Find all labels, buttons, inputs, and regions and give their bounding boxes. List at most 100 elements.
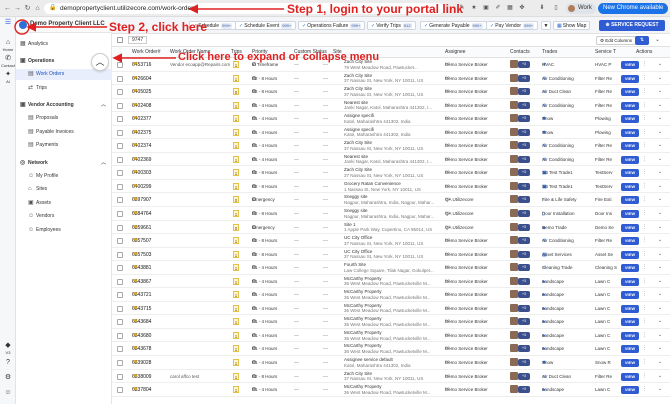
- view-button[interactable]: VIEW: [621, 169, 639, 178]
- select-all-checkbox[interactable]: [117, 37, 123, 43]
- more-actions-icon[interactable]: ⋮: [642, 102, 647, 108]
- view-button[interactable]: VIEW: [621, 210, 639, 219]
- collapse-menu-button[interactable]: ︿: [91, 53, 109, 71]
- table-row[interactable]: 6400303 1 P2 - 8 Hours — — Zach City Site 37 N…: [112, 166, 670, 180]
- view-button[interactable]: VIEW: [621, 318, 639, 327]
- more-actions-icon[interactable]: ⋮: [642, 61, 647, 67]
- view-button[interactable]: VIEW: [621, 182, 639, 191]
- row-checkbox[interactable]: [117, 305, 123, 312]
- table-row[interactable]: 6402374 1 P1 - 4 Hours — — Zach City Site 37 N…: [112, 139, 670, 153]
- contacts[interactable]: +3: [510, 73, 530, 83]
- contacts[interactable]: +3: [510, 263, 530, 272]
- contacts[interactable]: +3: [510, 330, 530, 340]
- view-button[interactable]: VIEW: [621, 291, 639, 300]
- expand-row-icon[interactable]: ⌄: [658, 345, 662, 351]
- table-row[interactable]: 6357507 1 P2 - 8 Hours — — UC City Office 37 N…: [112, 234, 670, 248]
- puzzle-extension-icon[interactable]: ✤: [518, 4, 526, 12]
- sidebar-item-my-profile[interactable]: ☺ My Profile: [16, 171, 112, 182]
- profile-button[interactable]: Work: [566, 3, 596, 14]
- sidebar-item-employees[interactable]: ☺ Employees: [16, 225, 112, 236]
- back-icon[interactable]: ←: [3, 4, 12, 13]
- view-button[interactable]: VIEW: [621, 88, 639, 97]
- more-actions-icon[interactable]: ⋮: [642, 88, 647, 94]
- row-checkbox[interactable]: [117, 156, 123, 163]
- contacts[interactable]: +3: [510, 222, 530, 232]
- expand-row-icon[interactable]: ⌄: [658, 156, 662, 162]
- browser-menu-icon[interactable]: ⋮: [661, 3, 669, 12]
- view-button[interactable]: VIEW: [621, 128, 639, 137]
- table-row[interactable]: 6338009 carol affco test 1 P2 - 8 Hours — — Za…: [112, 370, 670, 384]
- export-icon[interactable]: ⇅: [635, 36, 649, 45]
- sidebar-item-network[interactable]: ◎ Network ︿: [16, 158, 112, 169]
- contacts[interactable]: +3: [510, 60, 530, 69]
- contacts[interactable]: +3: [510, 127, 530, 137]
- star-extension-icon[interactable]: ★: [470, 4, 478, 12]
- sidebar-item-trips[interactable]: ⇄ Trips: [16, 83, 112, 94]
- more-actions-icon[interactable]: ⋮: [642, 386, 647, 392]
- filter-chip-schedule-event[interactable]: ✓Schedule Event 999+: [235, 21, 297, 30]
- expand-row-icon[interactable]: ⌄: [658, 102, 662, 108]
- filter-icon[interactable]: ▼: [541, 21, 551, 30]
- expand-row-icon[interactable]: ⌄: [658, 251, 662, 257]
- table-row[interactable]: 6384764 1 P2 - 8 Hours — — Sneggy site Nagpur,…: [112, 207, 670, 221]
- hamburger-icon[interactable]: ☰: [0, 19, 16, 27]
- row-checkbox[interactable]: [117, 224, 123, 231]
- table-row[interactable]: 6337804 1 P1 - 4 Hours — — McCarthy Property 3…: [112, 383, 670, 397]
- row-checkbox[interactable]: [117, 129, 123, 136]
- table-row[interactable]: 6343684 1 P1 - 4 Hours — — McCarthy Property 3…: [112, 315, 670, 329]
- filter-chip-verify-trips[interactable]: ✓Verify Trips 512: [367, 21, 416, 30]
- contacts[interactable]: +3: [510, 344, 530, 353]
- more-actions-icon[interactable]: ⋮: [642, 75, 647, 81]
- home-icon[interactable]: ⌂: [33, 4, 42, 13]
- filter-chip-show-map[interactable]: ▦Show Map: [553, 21, 591, 30]
- contacts[interactable]: +3: [510, 154, 530, 164]
- contacts[interactable]: +3: [510, 236, 530, 245]
- filter-chip-pay-vendor[interactable]: ✓Pay Vendor 999+: [486, 21, 539, 30]
- column-header-assignee[interactable]: Assignee: [445, 47, 466, 58]
- table-row[interactable]: 6402377 1 P1 - 4 Hours — — Assigne specifi Kat…: [112, 112, 670, 126]
- more-actions-icon[interactable]: ⋮: [642, 237, 647, 243]
- forward-icon[interactable]: →: [13, 4, 22, 13]
- more-actions-icon[interactable]: ⋮: [642, 278, 647, 284]
- table-row[interactable]: 6357503 1 P2 - 8 Hours — — UC City Office 37 N…: [112, 248, 670, 262]
- expand-row-icon[interactable]: ⌄: [658, 373, 662, 379]
- company-header[interactable]: Demo Property Client LLC: [16, 17, 112, 33]
- table-row[interactable]: 6343721 1 P1 - 4 Hours — — McCarthy Property 3…: [112, 288, 670, 302]
- more-actions-icon[interactable]: ⋮: [642, 156, 647, 162]
- row-checkbox[interactable]: [117, 319, 123, 326]
- contacts[interactable]: +3: [510, 358, 530, 367]
- view-button[interactable]: VIEW: [621, 74, 639, 83]
- contacts[interactable]: +3: [510, 276, 530, 286]
- row-checkbox[interactable]: [117, 197, 123, 204]
- new-chrome-button[interactable]: New Chrome available: [598, 3, 669, 14]
- expand-row-icon[interactable]: ⌄: [658, 264, 662, 270]
- expand-row-icon[interactable]: ⌄: [658, 115, 662, 121]
- expand-row-icon[interactable]: ⌄: [658, 359, 662, 365]
- view-button[interactable]: VIEW: [621, 155, 639, 164]
- more-actions-icon[interactable]: ⋮: [642, 183, 647, 189]
- user-icon[interactable]: ☺: [0, 389, 16, 397]
- more-actions-icon[interactable]: ⋮: [642, 318, 647, 324]
- chevron-up-icon[interactable]: ︿: [101, 158, 106, 169]
- more-actions-icon[interactable]: ⋮: [642, 291, 647, 297]
- row-checkbox[interactable]: [117, 102, 123, 109]
- eyedropper-extension-icon[interactable]: ✐: [494, 4, 502, 12]
- contacts[interactable]: +3: [510, 209, 530, 218]
- contacts[interactable]: +3: [510, 317, 530, 326]
- chevron-down-icon[interactable]: ⌄: [655, 36, 660, 43]
- expand-row-icon[interactable]: ⌄: [658, 318, 662, 324]
- view-button[interactable]: VIEW: [621, 277, 639, 286]
- more-actions-icon[interactable]: ⋮: [642, 224, 647, 230]
- row-checkbox[interactable]: [117, 346, 123, 353]
- table-row[interactable]: 6343867 1 P1 - 4 Hours — — McCarthy Property 3…: [112, 275, 670, 289]
- table-row[interactable]: 6343678 1 P1 - 4 Hours — — McCarthy Property 3…: [112, 342, 670, 357]
- chevron-up-icon[interactable]: ︿: [101, 100, 106, 111]
- sidebar-item-sites[interactable]: ⌂ Sites: [16, 184, 112, 195]
- row-checkbox[interactable]: [117, 183, 123, 190]
- row-checkbox[interactable]: [117, 265, 123, 272]
- expand-row-icon[interactable]: ⌄: [658, 210, 662, 216]
- contacts[interactable]: +3: [510, 371, 530, 381]
- row-checkbox[interactable]: [117, 211, 123, 218]
- sidebar-item-payable-invoices[interactable]: ▤ Payable Invoices: [16, 127, 112, 138]
- expand-row-icon[interactable]: ⌄: [658, 88, 662, 94]
